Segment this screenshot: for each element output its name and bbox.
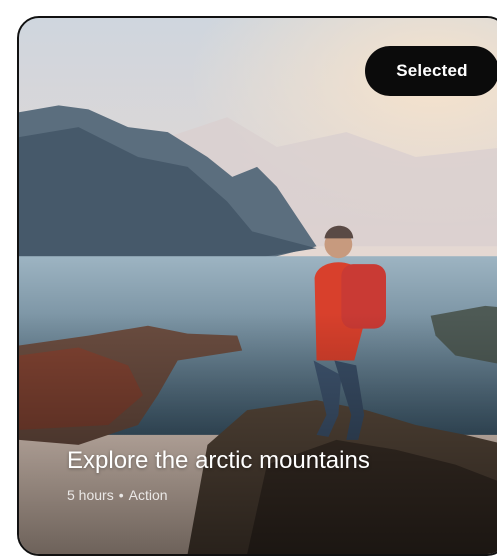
duration-label: 5 hours — [67, 487, 114, 503]
category-label: Action — [128, 487, 168, 503]
activity-card[interactable]: Selected Explore the arctic mountains 5 … — [17, 16, 497, 556]
card-title: Explore the arctic mountains — [67, 447, 370, 474]
selected-badge: Selected — [365, 46, 497, 96]
card-meta: 5 hours • Action — [67, 487, 370, 503]
card-caption: Explore the arctic mountains 5 hours • A… — [67, 445, 370, 503]
meta-separator: • — [118, 487, 124, 503]
